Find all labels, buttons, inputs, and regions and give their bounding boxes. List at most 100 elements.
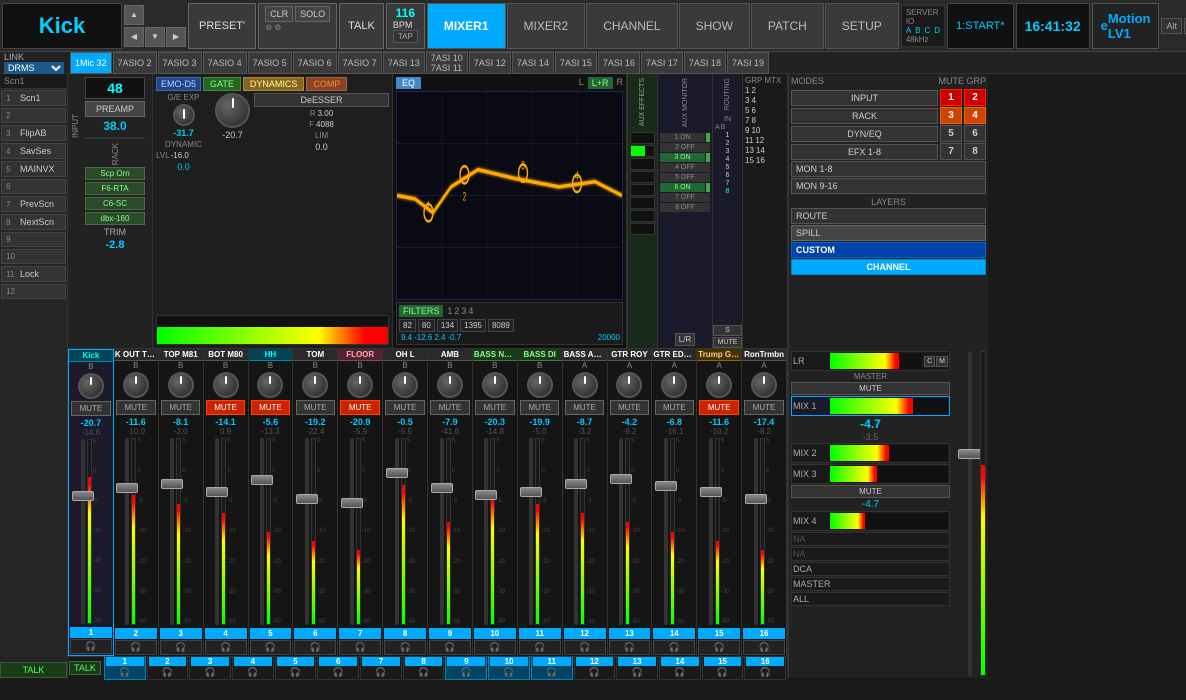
channel-strip-0[interactable]: Kick B MUTE -20.7 -14.6 5 0 — [68, 349, 114, 656]
eq-button[interactable]: EQ — [396, 77, 421, 89]
l-btn[interactable]: L/R — [675, 333, 695, 346]
headphone-icon-1[interactable]: 🎧 — [119, 667, 130, 678]
rt-6[interactable]: 6 — [715, 172, 740, 179]
mtx-2[interactable]: 4 — [751, 96, 755, 105]
mix-row-all[interactable]: ALL — [791, 592, 950, 606]
bottom-ch-6[interactable]: 6 🎧 — [317, 655, 359, 680]
mon-2-off[interactable]: 2 OFF — [660, 143, 710, 152]
channel-strip-2[interactable]: TOP M81 B MUTE -8.1 -3.0 5 — [159, 349, 204, 656]
tap-button[interactable]: TAP — [393, 30, 418, 43]
gate-label[interactable]: GATE — [203, 77, 241, 91]
grp-7[interactable]: 13 — [745, 146, 754, 155]
user-btn-4[interactable]: 4SavSes — [1, 143, 66, 159]
mon-1-on[interactable]: 1 ON — [660, 133, 705, 142]
user-btn-1[interactable]: 1Scn1 — [1, 90, 66, 106]
talk-bottom-label[interactable]: TALK — [69, 661, 101, 675]
strip-headphone-10[interactable]: 🎧 — [519, 640, 561, 655]
mix-row-lr[interactable]: LR C M — [791, 351, 950, 371]
channel-name-display[interactable]: Kick — [2, 3, 122, 49]
ch-tab-6[interactable]: 7ASIO 7 — [338, 52, 382, 74]
strip-knob-5[interactable] — [302, 372, 328, 398]
mix-row-dca[interactable]: DCA — [791, 562, 950, 576]
strip-fader-handle-6[interactable] — [341, 498, 363, 508]
user-btn-6[interactable]: 6 — [1, 179, 66, 194]
mix3-mute[interactable]: MUTE — [791, 485, 950, 498]
comp-label[interactable]: COMP — [306, 77, 347, 91]
mtx-6[interactable]: 12 — [755, 136, 764, 145]
spill-btn[interactable]: SPILL — [791, 225, 986, 241]
mute-grp-6[interactable]: 6 — [964, 125, 986, 142]
user-btn-12[interactable]: 12 — [1, 284, 66, 299]
ch-tab-1[interactable]: 7ASIO 2 — [113, 52, 157, 74]
mode-rack-btn[interactable]: RACK — [791, 108, 938, 124]
mtx-8[interactable]: 16 — [756, 156, 765, 165]
strip-knob-3[interactable] — [213, 372, 239, 398]
strip-mute-btn-10[interactable]: MUTE — [520, 400, 559, 415]
mon-5-off[interactable]: 5 OFF — [660, 173, 710, 182]
strip-mute-btn-15[interactable]: MUTE — [744, 400, 783, 415]
strip-mute-btn-8[interactable]: MUTE — [430, 400, 469, 415]
strip-num-8[interactable]: 9 — [429, 628, 471, 639]
bottom-ch-13[interactable]: 13 🎧 — [616, 655, 658, 680]
arrow-up-btn[interactable]: ▲ — [124, 5, 144, 25]
strip-fader-handle-13[interactable] — [655, 481, 677, 491]
mix-row-2[interactable]: MIX 2 — [791, 443, 950, 463]
mtx-4[interactable]: 8 — [751, 116, 755, 125]
strip-headphone-4[interactable]: 🎧 — [250, 640, 292, 655]
strip-mute-btn-1[interactable]: MUTE — [116, 400, 155, 415]
strip-num-1[interactable]: 2 — [115, 628, 157, 639]
strip-mute-btn-7[interactable]: MUTE — [385, 400, 424, 415]
mon-4-off[interactable]: 4 OFF — [660, 163, 710, 172]
bottom-ch-7[interactable]: 7 🎧 — [360, 655, 402, 680]
rt-1[interactable]: 1 — [715, 132, 740, 139]
strip-fader-handle-4[interactable] — [251, 475, 273, 485]
filter-8089[interactable]: 8089 — [488, 319, 514, 332]
rack-item-1[interactable]: F6-RTA — [85, 182, 145, 195]
bottom-ch-14[interactable]: 14 🎧 — [659, 655, 701, 680]
strip-mute-btn-0[interactable]: MUTE — [71, 401, 110, 416]
channel-strip-4[interactable]: HH B MUTE -5.6 -13.3 5 0 — [249, 349, 294, 656]
ch-tab-2[interactable]: 7ASIO 3 — [158, 52, 202, 74]
strip-headphone-1[interactable]: 🎧 — [115, 640, 157, 655]
mute-grp-5[interactable]: 5 — [940, 125, 962, 142]
talk-button[interactable]: TALK — [339, 3, 384, 49]
custom-layer-btn[interactable]: CUSTOM — [791, 242, 986, 258]
strip-mute-btn-14[interactable]: MUTE — [699, 400, 738, 415]
bottom-ch-2[interactable]: 2 🎧 — [147, 655, 189, 680]
rt-3[interactable]: 3 — [715, 148, 740, 155]
rt-8[interactable]: 8 — [715, 188, 740, 195]
channel-strip-6[interactable]: FLOOR B MUTE -20.9 -5.9 5 0 — [338, 349, 383, 656]
mix-row-master[interactable]: MASTER — [791, 577, 950, 591]
master-mute-btn[interactable]: MUTE — [791, 382, 950, 395]
channel-strip-12[interactable]: GTR ROY A MUTE -4.2 -9.2 5 — [608, 349, 653, 656]
strip-num-7[interactable]: 8 — [384, 628, 426, 639]
strip-fader-handle-5[interactable] — [296, 494, 318, 504]
strip-headphone-13[interactable]: 🎧 — [653, 640, 695, 655]
bottom-ch-4[interactable]: 4 🎧 — [232, 655, 274, 680]
mute-grp-3[interactable]: 3 — [940, 107, 962, 124]
mtx-3[interactable]: 6 — [751, 106, 755, 115]
mon-6-on[interactable]: 6 ON — [660, 183, 705, 192]
rack-item-3[interactable]: dbx-160 — [85, 212, 145, 225]
strip-knob-0[interactable] — [78, 373, 104, 399]
grp-2[interactable]: 3 — [745, 96, 749, 105]
rt-5[interactable]: 5 — [715, 164, 740, 171]
preamp-button[interactable]: PREAMP — [85, 101, 145, 117]
mode-mon916-btn[interactable]: MON 9-16 — [791, 178, 986, 194]
headphone-icon-9[interactable]: 🎧 — [461, 667, 472, 678]
headphone-icon-3[interactable]: 🎧 — [204, 667, 215, 678]
channel-strip-11[interactable]: BASS AMP A MUTE -8.7 -3.2 5 — [563, 349, 608, 656]
strip-num-15[interactable]: 16 — [743, 628, 785, 639]
tab-mixer2[interactable]: MIXER2 — [507, 3, 586, 49]
clr-button[interactable]: CLR — [265, 6, 293, 22]
strip-mute-btn-6[interactable]: MUTE — [340, 400, 379, 415]
strip-fader-handle-15[interactable] — [745, 494, 767, 504]
mute-route-btn[interactable]: MUTE — [713, 337, 742, 348]
strip-mute-btn-9[interactable]: MUTE — [475, 400, 514, 415]
mode-route-btn[interactable]: ROUTE — [791, 208, 986, 224]
gate-ge-knob[interactable] — [173, 104, 195, 126]
strip-num-2[interactable]: 3 — [160, 628, 202, 639]
strip-num-10[interactable]: 11 — [519, 628, 561, 639]
ch-tab-9[interactable]: 7ASI 12 — [469, 52, 511, 74]
user-btn-10[interactable]: 10 — [1, 249, 66, 264]
